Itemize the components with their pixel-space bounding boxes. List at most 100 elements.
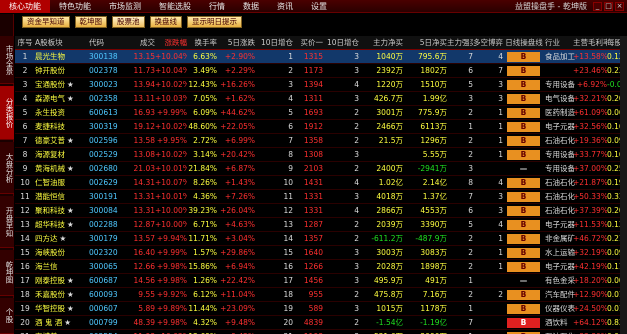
cell-name[interactable]: 海源复材 [35, 148, 87, 162]
cell-name[interactable]: 聚和科技 ★ [35, 204, 87, 218]
menu-core[interactable]: 核心功能 [0, 0, 50, 13]
cell-name[interactable]: 超华科技 ★ [35, 218, 87, 232]
header-price[interactable]: 成交 [129, 36, 155, 50]
fund-early-button[interactable]: 资金早知道 [22, 16, 70, 28]
stock-name[interactable]: 黄海机械 [35, 164, 65, 173]
table-row[interactable]: 14 四方达 ★ 300179 13.57 +9.94% 11.71% +3.04% 14 135… [15, 232, 627, 246]
cell-name[interactable]: 潜能恒信 [35, 190, 87, 204]
stock-name[interactable]: 四方达 [35, 234, 58, 243]
table-row[interactable]: 6 麦捷科技 300319 19.12 +10.02% 48.60% +22.05% 6 191… [15, 120, 627, 134]
cell-code[interactable]: 300319 [89, 120, 129, 134]
cell-code[interactable]: 002554 [89, 330, 129, 334]
cell-name[interactable]: 钟开股份 [35, 64, 87, 78]
cell-code[interactable]: 300191 [89, 190, 129, 204]
sidetab-market[interactable]: 市场全景 [0, 36, 14, 84]
table-row[interactable]: 9 黄海机械 ★ 002680 21.03 +10.01% 21.84% +6.87% 9 210… [15, 162, 627, 176]
cell-name[interactable]: 仁智油服 [35, 176, 87, 190]
table-row[interactable]: 15 海峡股份 002320 16.40 +9.99% 1.57% +29.86% 15 164… [15, 246, 627, 260]
stock-name[interactable]: 超华科技 [35, 220, 65, 229]
header-main-net[interactable]: 主力净买 [359, 36, 403, 50]
menu-quotes[interactable]: 行情 [200, 1, 234, 12]
cell-name[interactable]: 宝通股份 ★ [35, 78, 87, 92]
table-row[interactable]: 10 仁智油服 002629 14.31 +10.07% 8.26% +1.43% 10 143… [15, 176, 627, 190]
table-row[interactable]: 16 海兰信 300065 12.66 +9.98% 15.86% +6.94% 16 1266… [15, 260, 627, 274]
minimize-icon[interactable]: _ [593, 1, 602, 11]
stock-name[interactable]: 聚和科技 [35, 206, 65, 215]
cell-code[interactable]: 300023 [89, 78, 129, 92]
table-row[interactable]: 17 刚泰控股 ★ 600687 14.56 +9.98% 1.26% +22.42% 17 14… [15, 274, 627, 288]
header-change-pct[interactable]: 涨跌幅 [155, 36, 188, 50]
header-inc-10d[interactable]: 10日增仓 [323, 36, 359, 50]
qiankun-chart-button[interactable]: 乾坤图 [74, 16, 107, 28]
stock-name[interactable]: 禾嘉股份 [35, 290, 65, 299]
maximize-icon[interactable]: □ [604, 1, 613, 11]
cell-code[interactable]: 002529 [89, 148, 129, 162]
cell-code[interactable]: 600687 [89, 274, 129, 288]
stock-name[interactable]: 酒 鬼 酒 [35, 318, 62, 327]
cell-code[interactable]: 002680 [89, 162, 129, 176]
sidetab-category[interactable]: 分类报价 [0, 86, 14, 140]
menu-settings[interactable]: 设置 [302, 1, 336, 12]
vertical-scrollbar[interactable] [620, 36, 627, 334]
cell-code[interactable]: 000607 [89, 302, 129, 316]
header-daily-line[interactable]: 日线操盘线 [503, 36, 545, 50]
stock-name[interactable]: 刚泰控股 [35, 276, 65, 285]
cell-name[interactable]: 四方达 ★ [35, 232, 87, 246]
sidetab-index[interactable]: 大盘分析 [0, 142, 14, 194]
cell-name[interactable]: 海兰信 [35, 260, 87, 274]
cell-name[interactable]: 黄海机械 ★ [35, 162, 87, 176]
switch-line-button[interactable]: 换盘线 [149, 16, 182, 28]
stock-name[interactable]: 宝通股份 [35, 80, 65, 89]
header-bid1[interactable]: 买价一 [293, 36, 324, 50]
menu-special[interactable]: 特色功能 [50, 1, 100, 12]
header-turnover[interactable]: 换手率 [187, 36, 218, 50]
table-row[interactable]: 7 德豪艾普 ★ 002596 13.58 +9.95% 2.72% +6.99% 7 1358 2… [15, 134, 627, 148]
cell-code[interactable]: 000799 [89, 316, 129, 330]
cell-code[interactable]: 600613 [89, 106, 129, 120]
cell-name[interactable]: 禾嘉股份 ★ [35, 288, 87, 302]
table-row[interactable]: 8 海源复材 002529 13.08 +10.02% 3.14% +20.42% 8 1308… [15, 148, 627, 162]
table-row[interactable]: 2 钟开股份 002378 11.73 +10.04% 3.49% +2.29% 2 1173 3… [15, 64, 627, 78]
table-row[interactable]: 5 永生投资 600613 16.93 +9.99% 6.09% +44.62% 5 1693 2… [15, 106, 627, 120]
sidetab-open[interactable]: 开盘早知 [0, 196, 14, 248]
header-net-5d[interactable]: 5日净买 [403, 36, 447, 50]
header-rank-10d[interactable]: 10日增仓 [255, 36, 293, 50]
sidetab-qiankun[interactable]: 乾坤图 [0, 250, 14, 296]
cell-code[interactable]: 002629 [89, 176, 129, 190]
cell-name[interactable]: 刚泰控股 ★ [35, 274, 87, 288]
header-chg-5d[interactable]: 5日涨跌 [217, 36, 255, 50]
sidetab-stock[interactable]: 个股 [0, 298, 14, 334]
cell-name[interactable]: 德豪艾普 ★ [35, 134, 87, 148]
cell-code[interactable]: 300065 [89, 260, 129, 274]
table-row[interactable]: 4 森源电气 ★ 002358 13.11 +10.03% 7.05% +1.62% 4 1311… [15, 92, 627, 106]
cell-name[interactable]: 森源电气 ★ [35, 92, 87, 106]
cell-code[interactable]: 300084 [89, 204, 129, 218]
menu-smart-pick[interactable]: 智能选股 [150, 1, 200, 12]
header-gross-margin[interactable]: 主营毛利率 [573, 36, 607, 50]
cell-name[interactable]: 华智控股 ★ [35, 302, 87, 316]
cell-code[interactable]: 002596 [89, 134, 129, 148]
table-row[interactable]: 19 华智控股 ★ 000607 5.89 +9.89% 11.44% +23.09% 19 58… [15, 302, 627, 316]
table-row[interactable]: 3 宝通股份 ★ 300023 13.94 +10.02% 12.43% +16.26% 3 13… [15, 78, 627, 92]
table-row[interactable]: 13 超华科技 ★ 002288 12.87 +10.00% 6.71% +4.63% 13 12… [15, 218, 627, 232]
table-row[interactable]: 21惠博普00255411.98+10.02%12.69%+9.42%21119… [15, 330, 627, 334]
stock-name[interactable]: 德豪艾普 [35, 136, 65, 145]
cell-name[interactable]: 晨光生物 [35, 50, 87, 64]
cell-code[interactable]: 002358 [89, 92, 129, 106]
header-main-strength[interactable]: 主力强买 [447, 36, 473, 50]
table-row[interactable]: 20 酒 鬼 酒 ★ 000799 48.39 +9.98% 4.32% +9.48% 20 48… [15, 316, 627, 330]
cell-name[interactable]: 惠博普 [35, 330, 87, 334]
cell-code[interactable]: 300179 [89, 232, 129, 246]
stock-name[interactable]: 华智控股 [35, 304, 65, 313]
menu-news[interactable]: 资讯 [268, 1, 302, 12]
cell-code[interactable]: 600093 [89, 288, 129, 302]
stock-pool-button[interactable]: 股票池 [112, 16, 145, 28]
table-row[interactable]: 1 晨光生物 300138 13.15 +10.04% 6.63% +2.90% 1 1315 3… [15, 50, 627, 64]
header-long-short[interactable]: 多空博弈 [473, 36, 503, 50]
cell-name[interactable]: 永生投资 [35, 106, 87, 120]
cell-name[interactable]: 麦捷科技 [35, 120, 87, 134]
table-row[interactable]: 18 禾嘉股份 ★ 600093 9.55 +9.92% 6.12% +11.04% 18 955… [15, 288, 627, 302]
cell-code[interactable]: 002288 [89, 218, 129, 232]
cell-name[interactable]: 海峡股份 [35, 246, 87, 260]
header-seq[interactable]: 序号 [15, 36, 35, 50]
